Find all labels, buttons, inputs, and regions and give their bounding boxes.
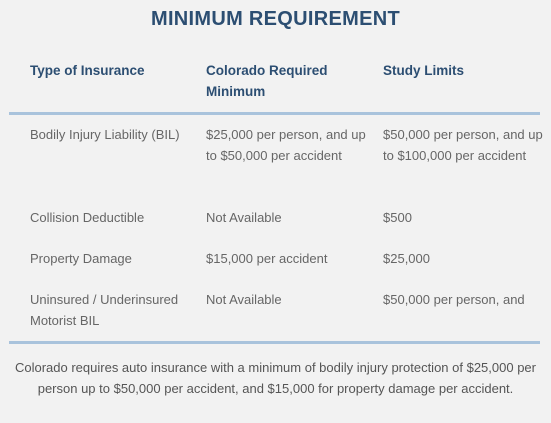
page-title: MINIMUM REQUIREMENT [150, 8, 401, 30]
table-cell-study-limit: $50,000 per person, and up to $100,000 p… [383, 127, 543, 163]
table-cell-type: Uninsured / Underinsured Motorist BIL [30, 292, 179, 328]
table-cell-type: Property Damage [30, 251, 132, 266]
table-bottom-divider [9, 341, 540, 344]
table-cell-colorado-minimum: $25,000 per person, and up to $50,000 pe… [206, 127, 366, 163]
table-header-divider [9, 112, 540, 115]
footnote-text: Colorado requires auto insurance with a … [14, 360, 536, 396]
column-header-colorado-required-minimum: Colorado Required Minimum [206, 63, 328, 99]
table-cell-study-limit: $50,000 per person, and [383, 292, 525, 307]
table-cell-study-limit: $25,000 [383, 251, 430, 266]
table-cell-colorado-minimum: Not Available [206, 210, 282, 225]
column-header-study-limits: Study Limits [383, 63, 465, 78]
table-cell-colorado-minimum: $15,000 per accident [206, 251, 328, 266]
table-cell-study-limit: $500 [383, 210, 412, 225]
column-header-type-of-insurance: Type of Insurance [30, 63, 145, 78]
table-cell-colorado-minimum: Not Available [206, 292, 282, 307]
table-cell-type: Bodily Injury Liability (BIL) [30, 127, 180, 142]
table-cell-type: Collision Deductible [30, 210, 145, 225]
